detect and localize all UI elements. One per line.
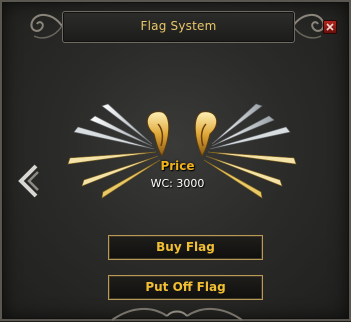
buy-flag-button[interactable]: Buy Flag	[108, 235, 263, 260]
close-button[interactable]	[323, 20, 337, 34]
bottom-ornament	[111, 308, 243, 321]
scroll-ornament-left	[30, 14, 63, 39]
flag-system-window: Flag System Price WC: 3000 Buy Flag Put …	[0, 0, 351, 321]
price-label: Price	[160, 159, 195, 173]
window-title: Flag System	[140, 19, 217, 33]
put-off-flag-button[interactable]: Put Off Flag	[108, 275, 263, 300]
price-value: WC: 3000	[150, 177, 205, 190]
close-icon	[326, 23, 334, 31]
title-bar: Flag System	[62, 11, 295, 43]
